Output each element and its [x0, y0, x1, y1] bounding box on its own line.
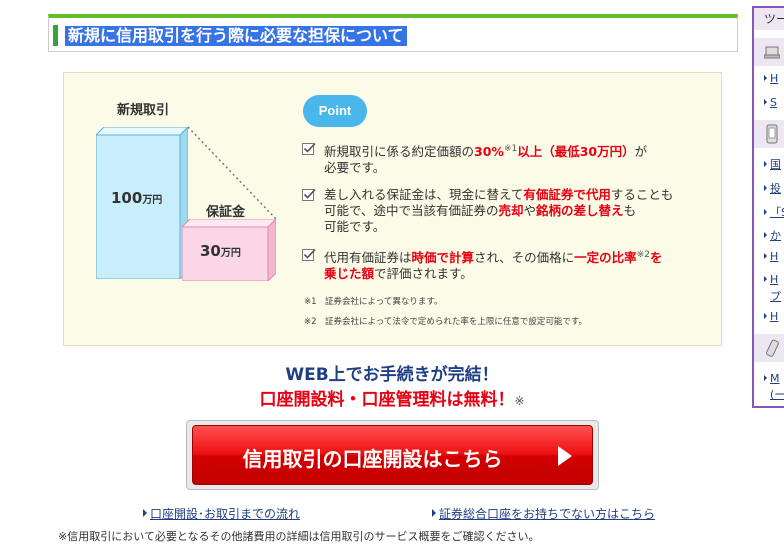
cta-button-frame: 信用取引の口座開設はこちら	[186, 420, 599, 490]
arrow-right-icon	[143, 509, 147, 517]
sidebar-link[interactable]: H	[764, 250, 778, 263]
point-item-2: 差し入れる保証金は、現金に替えて有価証券で代用することも 可能で、途中で当該有価証…	[302, 187, 712, 235]
checkbox-icon	[302, 248, 316, 261]
label-margin: 保証金	[206, 205, 246, 220]
sidebar-link[interactable]: H	[764, 273, 778, 286]
arrow-right-icon	[558, 446, 572, 466]
point-box: 新規取引 100万円 保証金 30万円 Point 新規取引に係る約定価額の30…	[63, 72, 722, 346]
sidebar-link[interactable]: S	[764, 96, 777, 109]
bottom-note: ※信用取引において必要となるその他諸費用の詳細は信用取引のサービス概要をご確認く…	[58, 530, 540, 543]
sidebar-link[interactable]: 国	[764, 156, 781, 172]
open-account-button[interactable]: 信用取引の口座開設はこちら	[192, 425, 593, 485]
arrow-right-icon	[432, 509, 436, 517]
open-account-button-label: 信用取引の口座開設はこちら	[242, 447, 503, 471]
header-accent-bar	[53, 25, 58, 46]
point-badge: Point	[303, 95, 367, 127]
checkbox-icon	[302, 188, 316, 201]
tools-sidebar: ツー H S 国 投 「S か H H プ H M (ー	[752, 6, 784, 408]
section-header: 新規に信用取引を行う際に必要な担保について	[48, 14, 738, 52]
sidebar-link-cont: (ー	[770, 388, 784, 401]
sidebar-link[interactable]: 「S	[764, 204, 784, 220]
point-item-1: 新規取引に係る約定価額の30%※1以上（最低30万円）が 必要です。	[302, 141, 712, 176]
sidebar-category-smartphone	[754, 120, 784, 148]
sidebar-link-cont: プ	[770, 290, 781, 303]
feature-phone-icon	[766, 339, 779, 357]
label-new-trade: 新規取引	[117, 103, 170, 118]
sidebar-link[interactable]: H	[764, 310, 778, 323]
footnote-1: ※1 証券会社によって異なります。	[304, 297, 443, 307]
laptop-icon	[764, 46, 780, 59]
link-account-flow[interactable]: 口座開設･お取引までの流れ	[143, 505, 300, 522]
point-item-3: 代用有価証券は時価で計算され、その価格に一定の比率※2を 乗じた額で評価されます。	[302, 247, 712, 282]
link-no-account[interactable]: 証券総合口座をお持ちでない方はこちら	[432, 505, 655, 522]
sidebar-link[interactable]: M	[764, 372, 780, 385]
smartphone-icon	[766, 124, 778, 144]
promo-line-1: WEB上でお手続きが完結！	[285, 365, 499, 385]
footnote-2: ※2 証券会社によって法令で定められた率を上限に任意で設定可能です。	[304, 317, 588, 327]
bar-new-value: 100万円	[111, 189, 163, 207]
promo-line-2: 口座開設料・口座管理料は無料！※	[259, 390, 525, 410]
bar-margin-value: 30万円	[200, 242, 241, 260]
checkbox-icon	[302, 142, 316, 155]
sidebar-link[interactable]: 投	[764, 180, 781, 196]
sidebar-link[interactable]: H	[764, 72, 778, 85]
section-title: 新規に信用取引を行う際に必要な担保について	[65, 26, 407, 46]
sidebar-category-mobile	[754, 334, 784, 362]
sidebar-link[interactable]: か	[764, 227, 781, 243]
sidebar-heading: ツー	[754, 8, 784, 30]
sidebar-category-pc	[754, 38, 784, 66]
